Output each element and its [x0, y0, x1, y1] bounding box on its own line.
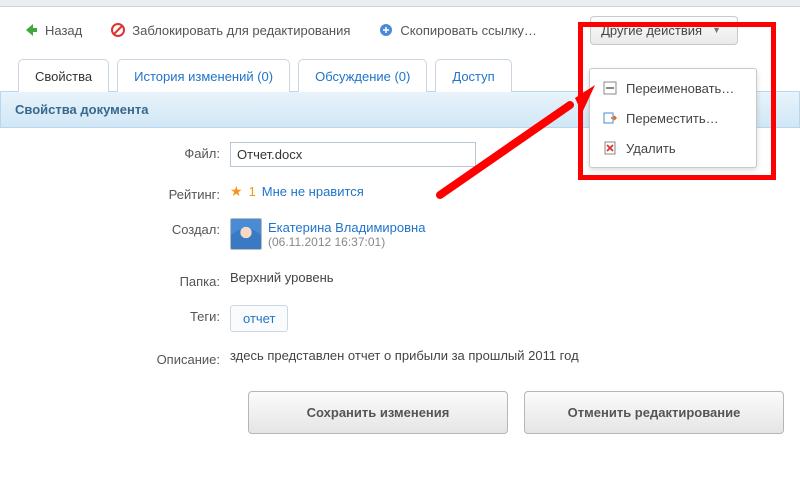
tag-chip[interactable]: отчет: [230, 305, 288, 332]
link-icon: [378, 22, 394, 38]
menu-rename-label: Переименовать…: [626, 81, 734, 96]
rating-count: 1: [249, 184, 256, 199]
block-icon: [110, 22, 126, 38]
back-label: Назад: [45, 23, 82, 38]
file-label: Файл:: [10, 142, 230, 161]
tab-access[interactable]: Доступ: [435, 59, 511, 92]
creator-name[interactable]: Екатерина Владимировна: [268, 220, 425, 235]
avatar: [230, 218, 262, 250]
creator-date: (06.11.2012 16:37:01): [268, 235, 425, 249]
tab-properties[interactable]: Свойства: [18, 59, 109, 92]
other-actions-label: Другие действия: [601, 23, 702, 38]
lock-label: Заблокировать для редактирования: [132, 23, 350, 38]
other-actions-menu: Переименовать… Переместить… Удалить: [589, 68, 757, 168]
description-value: здесь представлен отчет о прибыли за про…: [230, 348, 790, 363]
folder-value: Верхний уровень: [230, 270, 790, 285]
move-icon: [602, 110, 618, 126]
toolbar: Назад Заблокировать для редактирования С…: [0, 7, 800, 59]
properties-form: Файл: Рейтинг: ★ 1 Мне не нравится Создал…: [0, 128, 800, 434]
lock-button[interactable]: Заблокировать для редактирования: [99, 15, 361, 45]
menu-rename[interactable]: Переименовать…: [590, 73, 756, 103]
copy-link-button[interactable]: Скопировать ссылку…: [367, 15, 548, 45]
description-label: Описание:: [10, 348, 230, 367]
other-actions-button[interactable]: Другие действия ▼: [590, 16, 738, 45]
created-label: Создал:: [10, 218, 230, 237]
dislike-link[interactable]: Мне не нравится: [262, 184, 364, 199]
arrow-left-icon: [23, 22, 39, 38]
save-button[interactable]: Сохранить изменения: [248, 391, 508, 434]
rename-icon: [602, 80, 618, 96]
menu-delete[interactable]: Удалить: [590, 133, 756, 163]
back-button[interactable]: Назад: [12, 15, 93, 45]
star-icon: ★: [230, 183, 243, 200]
folder-label: Папка:: [10, 270, 230, 289]
copy-link-label: Скопировать ссылку…: [400, 23, 537, 38]
tags-label: Теги:: [10, 305, 230, 324]
menu-move[interactable]: Переместить…: [590, 103, 756, 133]
cancel-button[interactable]: Отменить редактирование: [524, 391, 784, 434]
tab-history[interactable]: История изменений (0): [117, 59, 290, 92]
file-name-input[interactable]: [230, 142, 476, 167]
menu-move-label: Переместить…: [626, 111, 719, 126]
delete-icon: [602, 140, 618, 156]
tab-discussion[interactable]: Обсуждение (0): [298, 59, 427, 92]
rating-label: Рейтинг:: [10, 183, 230, 202]
chevron-down-icon: ▼: [712, 25, 721, 35]
menu-delete-label: Удалить: [626, 141, 676, 156]
